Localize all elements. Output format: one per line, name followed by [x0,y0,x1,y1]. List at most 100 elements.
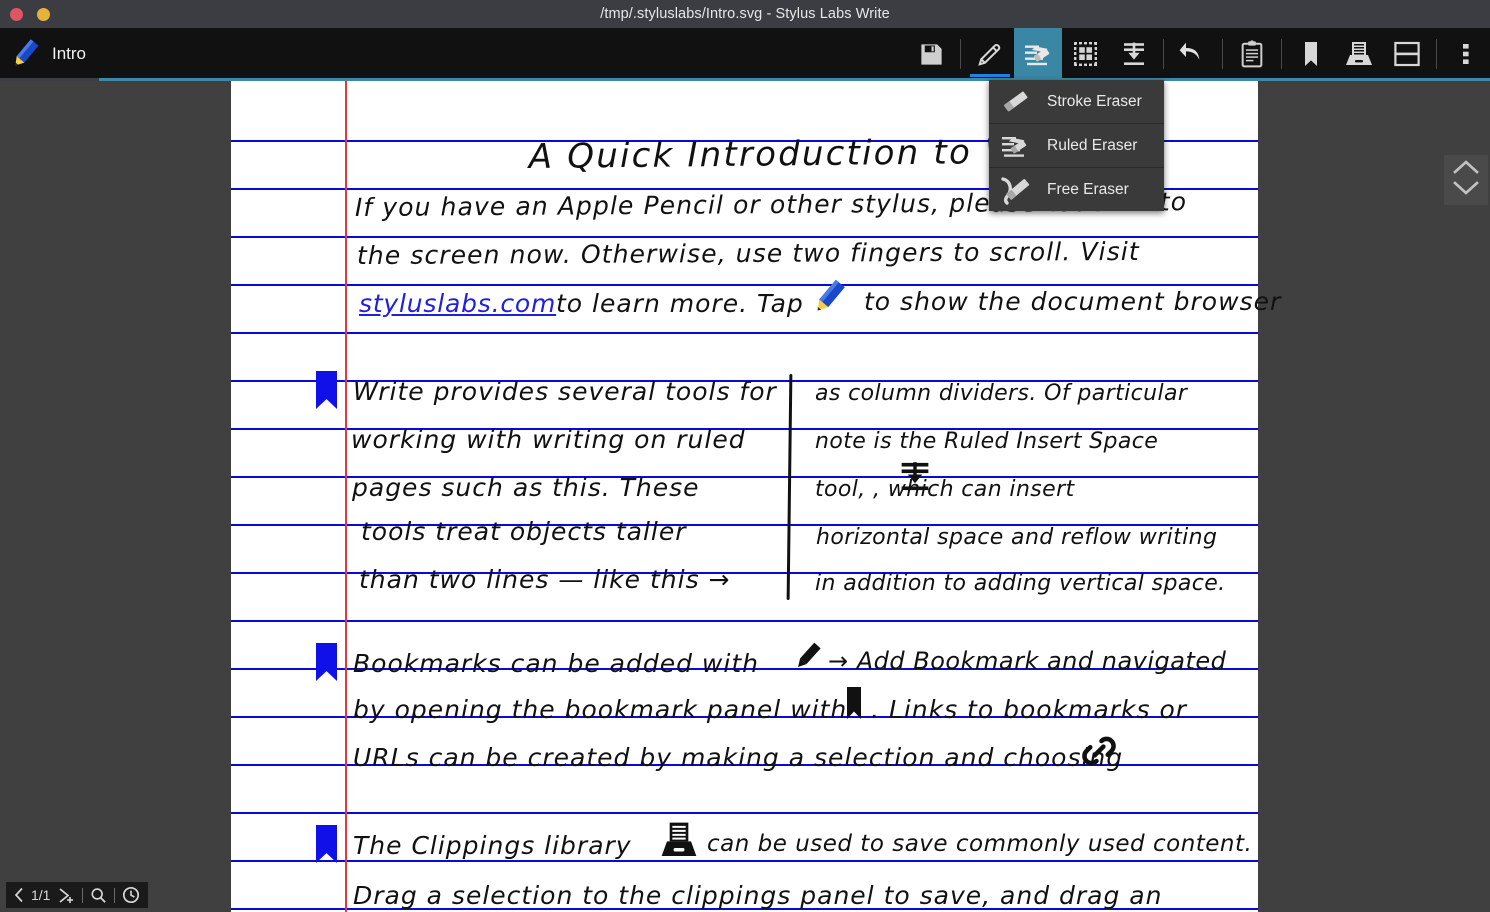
overflow-menu-button[interactable] [1442,28,1490,80]
free-eraser-icon [995,173,1035,207]
ruled-eraser-icon [1023,39,1053,69]
inline-link-icon [1079,731,1119,771]
app-pencil-icon[interactable] [8,37,42,71]
sec2-line-2: → Add Bookmark and navigated [828,647,1227,675]
pen-tool-button[interactable] [966,28,1014,80]
menu-item-ruled-eraser[interactable]: Ruled Eraser [989,124,1164,168]
toolbar-separator [960,39,961,69]
document-title[interactable]: Intro [52,44,86,64]
clippings-button[interactable] [1335,28,1383,80]
bookmark-flag-icon [316,825,337,863]
status-separator [82,887,84,903]
menu-item-label: Ruled Eraser [1047,136,1138,154]
split-view-button[interactable] [1383,28,1431,80]
sec1-left-line-1: Write provides several tools for [353,377,777,406]
scroll-widget[interactable] [1444,155,1488,205]
menu-item-stroke-eraser[interactable]: Stroke Eraser [989,80,1164,124]
bookmark-flag-icon [316,371,337,409]
sec1-left-line-2: working with writing on ruled [351,425,746,454]
insert-space-button[interactable] [1110,28,1158,80]
rule-line [231,620,1258,622]
window-minimize-button[interactable] [37,7,50,21]
inline-insert-space-icon [898,459,932,493]
chevron-up-icon[interactable] [1453,160,1479,179]
status-bar: 1/1 [6,882,149,908]
sec1-right-line-1: as column dividers. Of particular [815,381,1188,406]
inline-pencil-icon [809,277,849,317]
rule-line [231,812,1258,814]
toolbar-buttons [907,28,1490,80]
intro-line-2: the screen now. Otherwise, use two finge… [356,236,1140,270]
select-tool-button[interactable] [1062,28,1110,80]
prev-page-button[interactable] [14,887,24,903]
toolbar-separator [1436,39,1437,69]
bookmark-marker[interactable] [316,643,337,681]
title-bar: /tmp/.styluslabs/Intro.svg - Stylus Labs… [0,0,1490,28]
sec1-left-line-3: pages such as this. These [352,473,700,502]
sec1-right-line-5: in addition to adding vertical space. [815,571,1226,596]
sec3-line-3: Drag a selection to the clippings panel … [353,881,1163,910]
sec3-line-1: The Clippings library [353,831,632,860]
window-close-button[interactable] [10,7,23,21]
stylus-labs-write-window: /tmp/.styluslabs/Intro.svg - Stylus Labs… [0,0,1490,912]
search-icon[interactable] [90,887,107,904]
inline-clippings-tray-icon [659,821,699,859]
stroke-eraser-icon [995,85,1035,119]
bookmark-icon [1298,40,1324,68]
sec1-right-line-2: note is the Ruled Insert Space [815,429,1159,454]
rule-line [231,860,1258,862]
window-controls [0,7,50,21]
bookmark-marker[interactable] [316,371,337,409]
pen-active-indicator [970,74,1010,77]
ruled-eraser-icon [995,129,1035,163]
doc-heading: A Quick Introduction to Writ [528,131,1064,177]
undo-button[interactable] [1169,28,1217,80]
clipboard-icon [1238,40,1266,68]
undo-arrow-icon [1178,39,1208,69]
inline-bookmark-icon [841,685,867,721]
sec1-left-line-5: than two lines — like this → [359,565,731,594]
bookmark-marker[interactable] [316,825,337,863]
toolbar-separator [1222,39,1223,69]
column-divider [786,373,792,601]
toolbar-separator [1163,39,1164,69]
sec2-line-4: . Links to bookmarks or [871,695,1188,724]
history-clock-icon[interactable] [122,886,140,904]
document-canvas[interactable]: A Quick Introduction to Writ If you have… [0,81,1490,912]
toolbar-separator [1281,39,1282,69]
window-title: /tmp/.styluslabs/Intro.svg - Stylus Labs… [600,6,890,22]
sec3-line-2: can be used to save commonly used conten… [707,831,1253,857]
pencil-icon [976,40,1004,68]
selection-grid-icon [1072,40,1100,68]
chevron-down-icon[interactable] [1453,181,1479,200]
sec1-right-line-3: tool, , which can insert [815,477,1075,502]
save-button[interactable] [907,28,955,80]
menu-item-label: Stroke Eraser [1047,92,1142,110]
bookmark-button[interactable] [1287,28,1335,80]
kebab-menu-icon [1462,40,1470,68]
intro-line-3b: to show the document browser [864,287,1282,316]
eraser-tool-button[interactable] [1014,28,1062,80]
add-page-button[interactable] [57,887,75,904]
margin-line [345,81,347,912]
page-indicator[interactable]: 1/1 [31,887,50,903]
sec2-line-5: URLs can be created by making a selectio… [353,743,1124,772]
rule-line [231,332,1258,334]
toolbar-left: Intro [0,37,86,71]
insert-space-icon [1120,40,1148,68]
menu-item-free-eraser[interactable]: Free Eraser [989,168,1164,211]
clipboard-button[interactable] [1228,28,1276,80]
styluslabs-link[interactable]: styluslabs.com [359,289,556,318]
sec2-line-1: Bookmarks can be added with [353,649,759,678]
bookmark-flag-icon [316,643,337,681]
inline-pencil-black-icon [791,639,825,673]
status-separator [114,887,116,903]
split-view-icon [1393,41,1421,67]
floppy-disk-icon [918,41,945,68]
clippings-tray-icon [1344,40,1374,68]
main-toolbar: Intro [0,28,1490,80]
eraser-dropdown-menu[interactable]: Stroke Eraser Ruled Eraser Free Eraser [989,80,1164,211]
sec2-line-3: by opening the bookmark panel with [353,695,848,724]
sec1-left-line-4: tools treat objects taller [361,517,687,546]
intro-line-3a: to learn more. Tap [556,289,804,318]
